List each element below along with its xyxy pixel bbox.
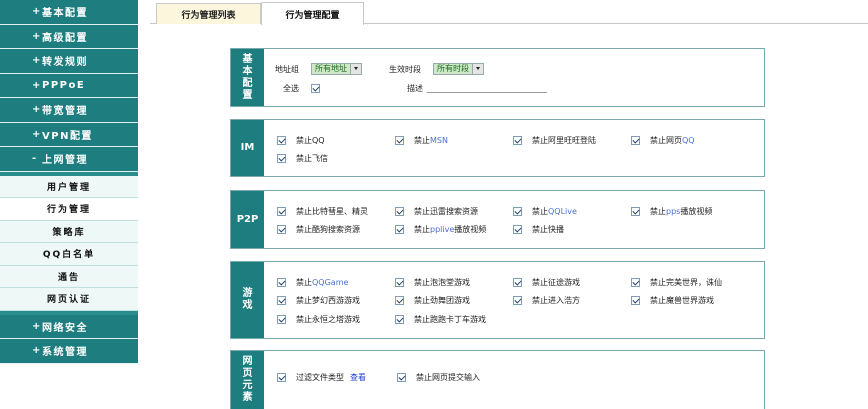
checkbox[interactable] xyxy=(631,295,640,305)
option-block-aliwangwang[interactable]: 禁止阿里旺旺登陆 xyxy=(513,133,596,147)
checkbox[interactable] xyxy=(513,224,522,234)
menu-internet-mgmt[interactable]: - 上网管理 xyxy=(0,147,138,172)
sidebar-item-web-auth[interactable]: 网页认证 xyxy=(0,288,138,311)
menu-advanced-config[interactable]: + 高级配置 xyxy=(0,24,138,49)
option-block-zhengtu[interactable]: 禁止征途游戏 xyxy=(513,275,580,289)
section-label-p2p: P2P xyxy=(231,191,264,248)
menu-system-mgmt[interactable]: + 系统管理 xyxy=(0,339,138,364)
checkbox[interactable] xyxy=(395,224,404,234)
sidebar-item-notice[interactable]: 通告 xyxy=(0,265,138,288)
option-block-jinwutuan[interactable]: 禁止劲舞团游戏 xyxy=(395,293,470,307)
option-block-fetion[interactable]: 禁止飞信 xyxy=(277,151,328,165)
checkbox[interactable] xyxy=(513,277,522,287)
checkbox[interactable] xyxy=(277,295,286,305)
menu-pppoe[interactable]: + PPPoE xyxy=(0,73,138,98)
sidebar: + 基本配置 + 高级配置 + 转发规则 + PPPoE + 带宽管理 + VPN配置 -上… xyxy=(0,0,138,409)
section-p2p: P2P 禁止比特彗星、精灵 禁止迅雷搜索资源 禁止 QQLive 禁止 pps 播放视… xyxy=(230,190,765,249)
option-block-yonghengzhita[interactable]: 禁止永恒之塔游戏 xyxy=(277,312,360,326)
section-label-web: 网 页 元 素 xyxy=(231,351,264,409)
option-block-web-submit[interactable]: 禁止网页提交输入 xyxy=(397,370,480,384)
sidebar-item-policy[interactable]: 策略库 xyxy=(0,220,138,243)
option-block-kugou-search[interactable]: 禁止酷狗搜索资源 xyxy=(277,222,360,236)
option-block-paopaotang[interactable]: 禁止泡泡堂游戏 xyxy=(395,275,470,289)
checkbox[interactable] xyxy=(395,314,404,324)
option-filter-file-type[interactable]: 过滤文件类型 查看 xyxy=(277,370,366,384)
tab-behavior-list[interactable]: 行为管理列表 xyxy=(156,3,261,24)
description-input[interactable] xyxy=(427,92,547,93)
section-basic: 基 本 配 置 地址组 所有地址 生效时段 所有时段 全选 描述 xyxy=(230,48,765,107)
menu-bandwidth[interactable]: + 带宽管理 xyxy=(0,98,138,123)
section-label-basic: 基 本 配 置 xyxy=(231,49,264,106)
checkbox[interactable] xyxy=(277,372,286,382)
tab-behavior-config[interactable]: 行为管理配置 xyxy=(261,2,364,25)
option-block-msn[interactable]: 禁止 MSN xyxy=(395,133,448,147)
effective-period-select[interactable]: 所有时段 xyxy=(433,63,484,75)
checkbox[interactable] xyxy=(277,314,286,324)
option-block-perfect-world[interactable]: 禁止完美世界，诛仙 xyxy=(631,275,722,289)
menu-basic-config[interactable]: + 基本配置 xyxy=(0,0,138,25)
select-all-field: 全选 xyxy=(283,81,330,95)
option-block-qqlive[interactable]: 禁止 QQLive xyxy=(513,204,577,218)
app-root: + 基本配置 + 高级配置 + 转发规则 + PPPoE + 带宽管理 + VPN配置 -上… xyxy=(0,0,868,409)
menu-vpn[interactable]: + VPN配置 xyxy=(0,122,138,147)
option-block-kuaibo[interactable]: 禁止快播 xyxy=(513,222,564,236)
tab-bar: 行为管理列表 行为管理配置 xyxy=(150,0,868,25)
checkbox[interactable] xyxy=(277,224,286,234)
option-block-bitcomet[interactable]: 禁止比特彗星、精灵 xyxy=(277,204,368,218)
view-link[interactable]: 查看 xyxy=(350,372,366,383)
checkbox[interactable] xyxy=(277,277,286,287)
section-im: IM 禁止 QQ 禁止 MSN 禁止阿里旺旺登陆 禁止网页 QQ 禁止飞信 xyxy=(230,119,765,177)
menu-network-security[interactable]: + 网络安全 xyxy=(0,314,138,339)
option-block-pplive[interactable]: 禁止 pplive 播放视频 xyxy=(395,222,486,236)
checkbox[interactable] xyxy=(395,135,404,145)
checkbox[interactable] xyxy=(631,135,640,145)
section-label-games: 游戏 xyxy=(231,262,264,338)
address-group-select[interactable]: 所有地址 xyxy=(311,63,362,75)
section-label-im: IM xyxy=(231,120,264,176)
checkbox[interactable] xyxy=(395,295,404,305)
chevron-down-icon xyxy=(472,64,483,74)
checkbox[interactable] xyxy=(277,153,286,163)
select-all-checkbox[interactable] xyxy=(311,83,320,93)
checkbox[interactable] xyxy=(397,372,406,382)
checkbox[interactable] xyxy=(513,135,522,145)
effective-period-field: 生效时段 所有时段 xyxy=(389,62,484,76)
sidebar-item-qq-whitelist[interactable]: QQ白名单 xyxy=(0,243,138,266)
menu-forward-rules[interactable]: + 转发规则 xyxy=(0,49,138,74)
section-games: 游戏 禁止 QQGame 禁止泡泡堂游戏 禁止征途游戏 禁止完美世界，诛仙 禁止梦… xyxy=(230,261,765,339)
chevron-down-icon xyxy=(350,64,361,74)
address-group-field: 地址组 所有地址 xyxy=(275,62,362,76)
option-block-jinjin-haofang[interactable]: 禁止进入浩方 xyxy=(513,293,580,307)
sidebar-item-user-mgmt[interactable]: 用户管理 xyxy=(0,175,138,198)
option-block-qqgame[interactable]: 禁止 QQGame xyxy=(277,275,348,289)
checkbox[interactable] xyxy=(395,206,404,216)
checkbox[interactable] xyxy=(277,135,286,145)
option-block-wow[interactable]: 禁止魔兽世界游戏 xyxy=(631,293,714,307)
checkbox[interactable] xyxy=(513,295,522,305)
option-block-qq[interactable]: 禁止 QQ xyxy=(277,133,325,147)
option-block-webqq[interactable]: 禁止网页 QQ xyxy=(631,133,695,147)
option-block-pps[interactable]: 禁止 pps 播放视频 xyxy=(631,204,712,218)
option-block-menghuan[interactable]: 禁止梦幻西游游戏 xyxy=(277,293,360,307)
checkbox[interactable] xyxy=(395,277,404,287)
checkbox[interactable] xyxy=(631,277,640,287)
checkbox[interactable] xyxy=(631,206,640,216)
checkbox[interactable] xyxy=(513,206,522,216)
sidebar-item-behavior-mgmt[interactable]: 行为管理 xyxy=(0,198,138,221)
description-field: 描述 xyxy=(407,83,423,93)
option-block-kart[interactable]: 禁止跑跑卡丁车游戏 xyxy=(395,312,486,326)
checkbox[interactable] xyxy=(277,206,286,216)
section-web-elements: 网 页 元 素 过滤文件类型 查看 禁止网页提交输入 xyxy=(230,350,765,409)
option-block-xunlei-search[interactable]: 禁止迅雷搜索资源 xyxy=(395,204,478,218)
